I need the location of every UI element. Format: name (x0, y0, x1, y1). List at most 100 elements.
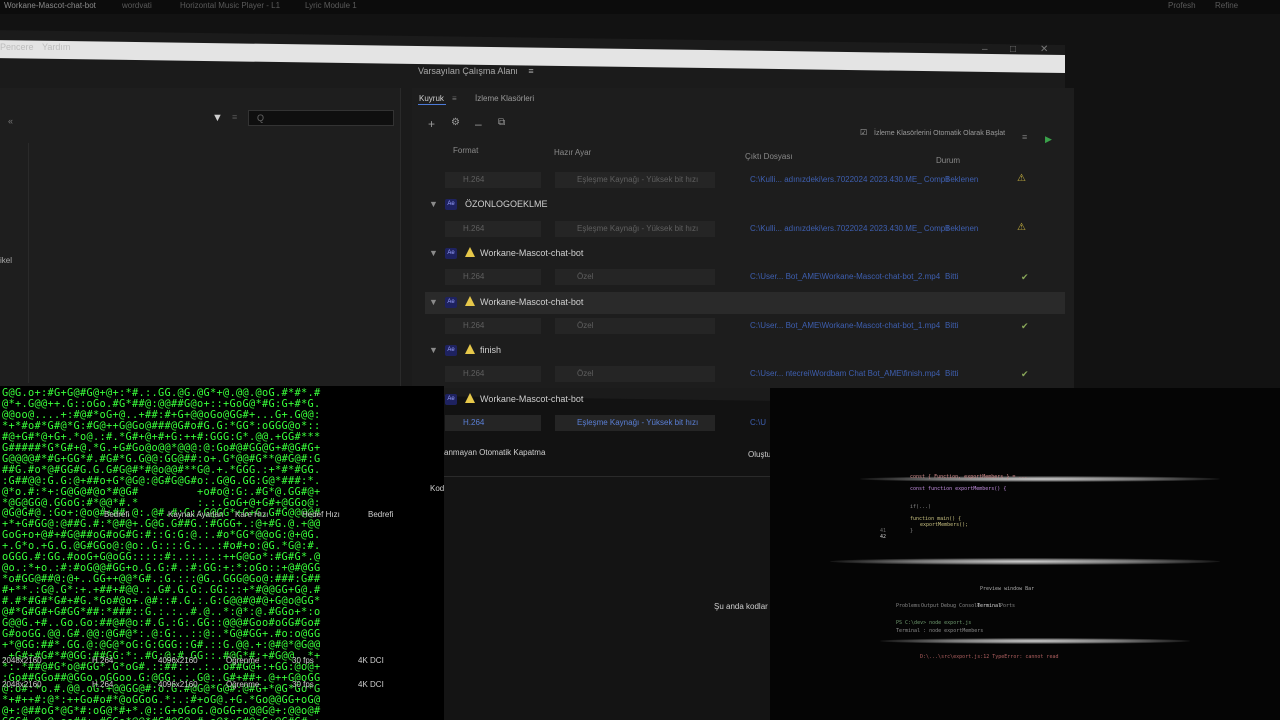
preset-value: Eşleşme Kaynağı - Yüksek bit hızı (577, 418, 699, 427)
column-c[interactable]: Kare Hızı (235, 510, 268, 519)
add-source-icon[interactable]: + (428, 117, 435, 131)
enc-cell: H.264 (92, 656, 114, 665)
status-text: Bitti (945, 369, 959, 379)
format-dropdown[interactable]: H.264 (445, 415, 541, 431)
workspace-menu-icon[interactable]: ≡ (528, 66, 533, 76)
workspace-title[interactable]: Varsayılan Çalışma Alanı ≡ (418, 66, 534, 76)
remove-icon[interactable]: – (475, 117, 482, 131)
enc-cell: 4096x2160 (158, 680, 198, 689)
menu-help[interactable]: Yardım (42, 42, 70, 52)
encoder-app-icon: Ae (445, 393, 457, 405)
duplicate-icon[interactable]: ⧉ (498, 117, 505, 128)
queue-item-row[interactable]: H.264 Eşleşme Kaynağı - Yüksek bit hızı C:… (425, 170, 1065, 192)
column-a[interactable]: Bedrefi (104, 510, 129, 519)
warning-icon (465, 246, 475, 257)
queue-menu-icon[interactable]: ≡ (452, 94, 457, 103)
os-tab[interactable]: Horizontal Music Player - L1 (180, 1, 280, 10)
output-file-link[interactable]: C:\Kulli... adınızdeki\ers.7022024 2023.… (750, 175, 949, 184)
format-dropdown[interactable]: H.264 (445, 220, 541, 237)
encoding-title: Kodlama (430, 484, 444, 493)
code-line: const { Function, exportMembers } = ... (910, 474, 1028, 480)
warning-icon: ⚠ (1017, 173, 1026, 184)
os-right-item[interactable]: Profesh (1168, 1, 1196, 10)
encoder-app-icon: Ae (445, 345, 457, 357)
status-text: Bitti (945, 320, 959, 330)
preset-value: Eşleşme Kaynağı - Yüksek bit hızı (577, 175, 699, 184)
preset-dropdown[interactable]: Özel (555, 366, 715, 383)
format-dropdown[interactable]: H.264 (445, 172, 541, 188)
panel-tab[interactable]: Problems (896, 603, 920, 609)
preset-dropdown[interactable]: Eşleşme Kaynağı - Yüksek bit hızı (555, 172, 715, 188)
preset-value: Eşleşme Kaynağı - Yüksek bit hızı (577, 223, 699, 233)
os-right-item[interactable]: Refine (1215, 1, 1238, 10)
output-file-link[interactable]: C:\User... Bot_AME\Workane-Mascot-chat-b… (750, 272, 940, 281)
filter-icon[interactable]: ▼ (212, 112, 223, 124)
tab-watch-folders[interactable]: İzleme Klasörleri (475, 94, 534, 103)
code-line: exportMembers(); (920, 522, 969, 528)
column-preset[interactable]: Hazır Ayar (554, 148, 591, 157)
format-value: H.264 (463, 320, 485, 330)
terminal-line: PS C:\dev> node export.js (896, 620, 972, 626)
search-input[interactable]: Q (248, 110, 394, 126)
panel-tab[interactable]: Ports (1000, 603, 1015, 609)
warning-icon (465, 344, 475, 355)
chevron-down-icon[interactable]: ▼ (429, 199, 438, 209)
column-d[interactable]: Hedef Hızı (302, 510, 340, 519)
queue-item-row[interactable]: H.264 Özel C:\User... Bot_AME\Workane-Masc… (425, 316, 1065, 338)
preset-dropdown[interactable]: Eşleşme Kaynağı - Yüksek bit hızı (555, 220, 715, 237)
queue-group-row[interactable]: ▼ Ae finish (425, 340, 1065, 362)
panel-tab[interactable]: Debug Console (941, 603, 980, 609)
preset-dropdown[interactable]: Eşleşme Kaynağı - Yüksek bit hızı (555, 415, 715, 431)
queue-item-row[interactable]: H.264 Özel C:\User... ntecrei\Wordbam Chat… (425, 364, 1065, 386)
chevrons-icon[interactable]: « (8, 116, 13, 126)
column-format[interactable]: Format (453, 146, 478, 155)
os-tab-active[interactable]: Workane-Mascot-chat-bot (4, 1, 96, 10)
os-tab[interactable]: Lyric Module 1 (305, 1, 357, 10)
enc-cell: 4K DCI (358, 656, 384, 665)
queue-group-row[interactable]: ▼ Ae Workane-Mascot-chat-bot (425, 243, 1065, 265)
group-name: Workane-Mascot-chat-bot (480, 247, 584, 258)
auto-start-checkbox[interactable]: ☑ (860, 128, 867, 137)
queue-group-row[interactable]: ▼ Ae Workane-Mascot-chat-bot (425, 291, 1065, 314)
queue-options-icon[interactable]: ≡ (1022, 132, 1027, 142)
format-dropdown[interactable]: H.264 (445, 269, 541, 286)
preset-dropdown[interactable]: Özel (555, 269, 715, 286)
queue-item-row[interactable]: H.264 Eşleşme Kaynağı - Yüksek bit hızı C:… (425, 219, 1065, 241)
output-file-link[interactable]: C:\Kulli... adınızdeki\ers.7022024 2023.… (750, 224, 949, 233)
menu-window[interactable]: Pencere (0, 42, 34, 52)
minimize-icon[interactable]: – (982, 44, 988, 55)
output-file-link[interactable]: C:\U (750, 418, 766, 427)
queue-item-row[interactable]: H.264 Özel C:\User... Bot_AME\Workane-Masc… (425, 267, 1065, 289)
close-icon[interactable]: ✕ (1040, 44, 1048, 55)
format-value: H.264 (463, 175, 485, 184)
done-check-icon: ✔ (1021, 320, 1029, 331)
queue-group-row[interactable]: ▼ Ae ÖZONLOGOEKLME (425, 194, 1065, 216)
column-e[interactable]: Bedrefi (368, 510, 393, 519)
settings-icon[interactable]: ⚙ (451, 117, 460, 128)
column-status[interactable]: Durum (936, 156, 960, 165)
warning-icon (465, 295, 475, 306)
terminal-line: D:\...\src\export.js:12 TypeError: canno… (920, 654, 1059, 660)
column-b[interactable]: Kaynak Ayarları (168, 510, 224, 519)
encoder-app-icon: Ae (445, 247, 457, 259)
chevron-down-icon[interactable]: ▼ (429, 345, 438, 355)
maximize-icon[interactable]: □ (1010, 44, 1016, 55)
output-file-link[interactable]: C:\User... Bot_AME\Workane-Mascot-chat-b… (750, 321, 940, 330)
warning-icon: ⚠ (1017, 221, 1026, 233)
os-tab[interactable]: wordvati (122, 1, 152, 10)
chevron-down-icon[interactable]: ▼ (429, 248, 438, 258)
format-dropdown[interactable]: H.264 (445, 366, 541, 383)
start-queue-icon[interactable]: ▶ (1045, 134, 1052, 145)
encoding-panel (444, 476, 770, 720)
list-view-icon[interactable]: ≡ (232, 112, 237, 122)
column-output[interactable]: Çıktı Dosyası (745, 152, 793, 161)
format-dropdown[interactable]: H.264 (445, 317, 541, 334)
output-file-link[interactable]: C:\User... ntecrei\Wordbam Chat Bot_AME\… (750, 369, 940, 378)
panel-tab[interactable]: Output (921, 603, 939, 609)
chevron-down-icon[interactable]: ▼ (429, 297, 438, 307)
panel-tab-terminal[interactable]: Terminal (977, 603, 1001, 609)
enc-cell: 2048x2160 (2, 656, 42, 665)
tab-queue[interactable]: Kuyruk (419, 94, 444, 103)
preset-dropdown[interactable]: Özel (555, 317, 715, 334)
enc-cell: 30 fps (292, 656, 314, 665)
